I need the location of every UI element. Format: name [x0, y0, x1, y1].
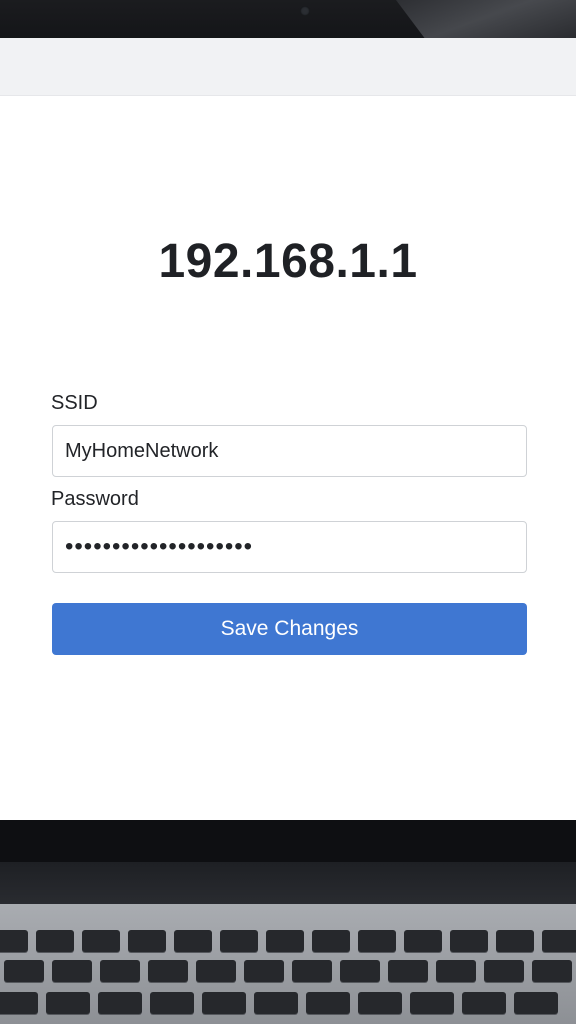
keyboard-key [128, 930, 166, 952]
keyboard-row [4, 960, 572, 982]
keyboard-key [410, 992, 454, 1014]
page-title: 192.168.1.1 [158, 235, 418, 288]
keyboard-key [98, 992, 142, 1014]
keyboard-row [0, 930, 576, 952]
password-input[interactable] [52, 521, 527, 573]
keyboard-key [36, 930, 74, 952]
keyboard-key [462, 992, 506, 1014]
keyboard-key [52, 960, 92, 982]
keyboard-key [292, 960, 332, 982]
keyboard-key [82, 930, 120, 952]
keyboard-key [340, 960, 380, 982]
keyboard-row [0, 992, 558, 1014]
password-label: Password [51, 488, 139, 510]
keyboard-key [220, 930, 258, 952]
keyboard-key [0, 992, 38, 1014]
keyboard-key [100, 960, 140, 982]
keyboard-key [202, 992, 246, 1014]
laptop-hinge [0, 862, 576, 908]
keyboard-key [174, 930, 212, 952]
keyboard-key [358, 992, 402, 1014]
keyboard-key [542, 930, 576, 952]
browser-toolbar [0, 38, 576, 96]
keyboard [0, 918, 576, 1024]
keyboard-key [4, 960, 44, 982]
keyboard-key [196, 960, 236, 982]
keyboard-key [532, 960, 572, 982]
keyboard-key [436, 960, 476, 982]
keyboard-key [150, 992, 194, 1014]
keyboard-key [46, 992, 90, 1014]
router-admin-screen: 192.168.1.1 SSID Password Save Changes [0, 38, 576, 820]
keyboard-key [450, 930, 488, 952]
keyboard-key [148, 960, 188, 982]
laptop-bottom-bezel [0, 820, 576, 864]
ssid-label: SSID [51, 392, 98, 414]
ssid-input[interactable] [52, 425, 527, 477]
keyboard-key [266, 930, 304, 952]
keyboard-key [254, 992, 298, 1014]
keyboard-key [358, 930, 396, 952]
keyboard-key [484, 960, 524, 982]
keyboard-key [388, 960, 428, 982]
keyboard-key [244, 960, 284, 982]
save-changes-button[interactable]: Save Changes [52, 603, 527, 655]
keyboard-key [306, 992, 350, 1014]
keyboard-key [0, 930, 28, 952]
webcam-icon [300, 6, 310, 16]
keyboard-key [496, 930, 534, 952]
keyboard-key [312, 930, 350, 952]
keyboard-key [514, 992, 558, 1014]
laptop-scene: 192.168.1.1 SSID Password Save Changes [0, 0, 576, 1024]
keyboard-key [404, 930, 442, 952]
